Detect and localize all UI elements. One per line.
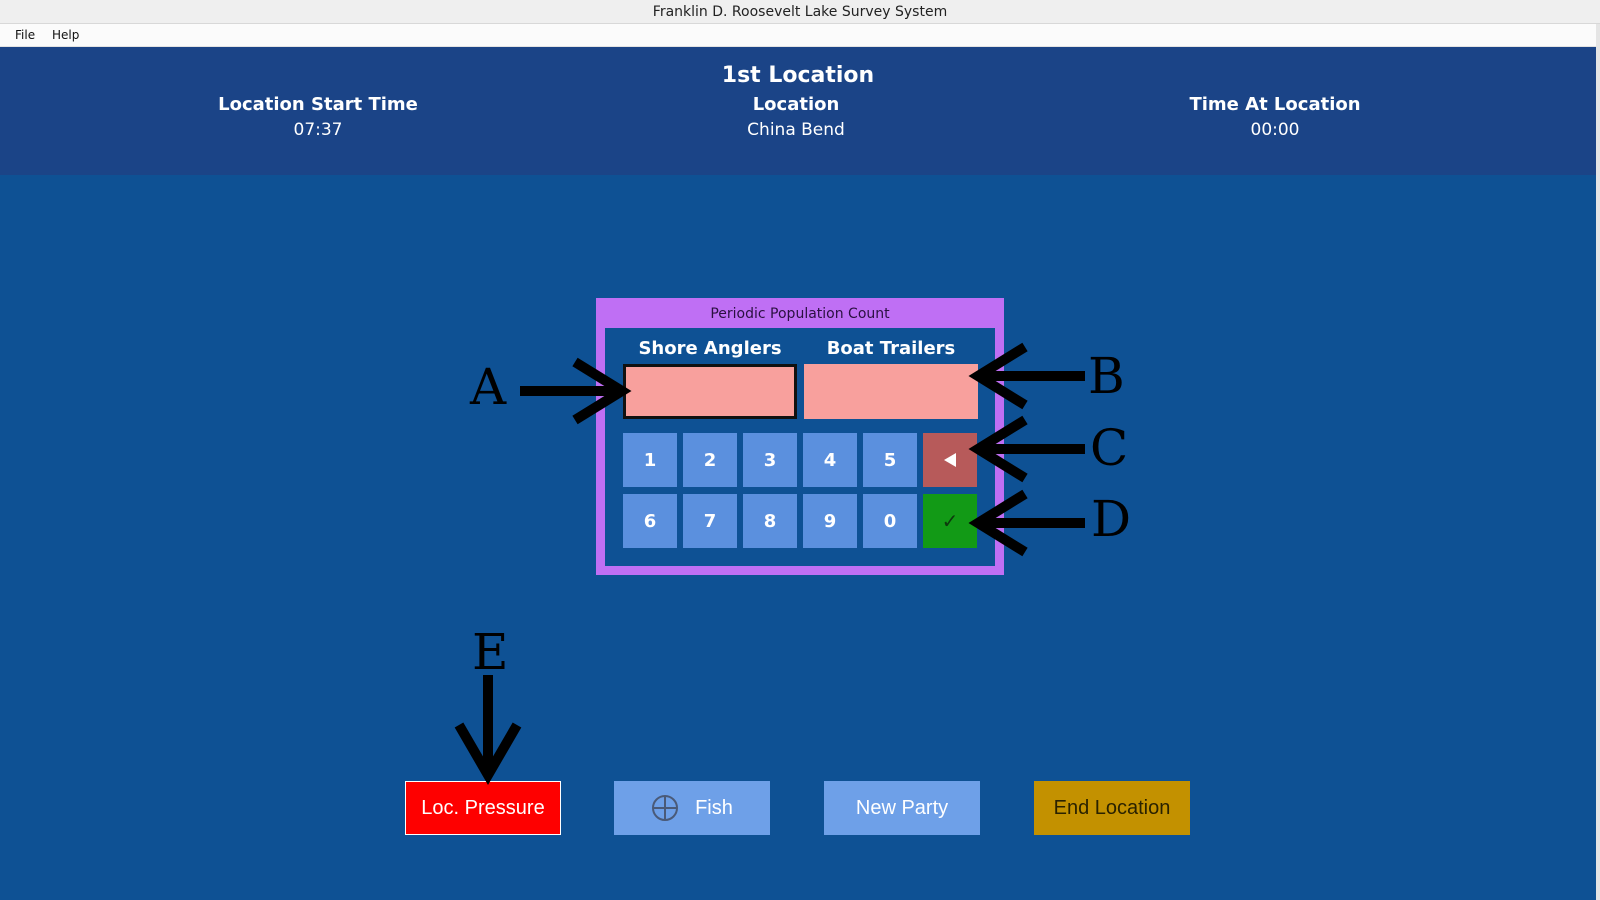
- panel-body: Shore Anglers Boat Trailers 1 2 3 4 5 6 …: [605, 328, 995, 566]
- start-time-value: 07:37: [293, 120, 343, 140]
- population-count-panel: Periodic Population Count Shore Anglers …: [596, 298, 1004, 575]
- time-at-location-value: 00:00: [1250, 120, 1300, 140]
- location-header: 1st Location Location Start Time 07:37 L…: [0, 47, 1596, 175]
- location-value: China Bend: [747, 120, 845, 140]
- backspace-button[interactable]: [923, 433, 977, 487]
- key-3[interactable]: 3: [743, 433, 797, 487]
- menu-file[interactable]: File: [15, 28, 35, 42]
- key-4[interactable]: 4: [803, 433, 857, 487]
- shore-anglers-input[interactable]: [623, 364, 797, 419]
- boat-trailers-input[interactable]: [804, 364, 978, 419]
- loc-pressure-label: Loc. Pressure: [421, 796, 545, 819]
- key-5[interactable]: 5: [863, 433, 917, 487]
- menu-bar: File Help: [0, 24, 1596, 47]
- location-block: Location China Bend: [596, 94, 996, 140]
- window-title: Franklin D. Roosevelt Lake Survey System: [652, 4, 948, 20]
- annotation-letter-d: D: [1091, 490, 1132, 548]
- key-7[interactable]: 7: [683, 494, 737, 548]
- new-party-label: New Party: [855, 796, 949, 819]
- crosshair-circle-icon: [652, 795, 679, 821]
- window-right-edge: [1596, 24, 1600, 900]
- annotation-letter-a: A: [470, 358, 507, 416]
- key-9[interactable]: 9: [803, 494, 857, 548]
- boat-trailers-label: Boat Trailers: [826, 338, 956, 359]
- menu-help[interactable]: Help: [52, 28, 79, 42]
- enter-checkmark-button[interactable]: ✓: [923, 494, 977, 548]
- new-party-button[interactable]: New Party: [824, 781, 980, 835]
- location-label: Location: [752, 94, 840, 115]
- shore-anglers-label: Shore Anglers: [638, 338, 782, 359]
- annotation-letter-e: E: [472, 623, 509, 681]
- key-2[interactable]: 2: [683, 433, 737, 487]
- location-number: 1st Location: [721, 63, 875, 88]
- end-location-label: End Location: [1053, 796, 1171, 819]
- annotation-letter-c: C: [1090, 419, 1129, 477]
- backspace-triangle-icon: [944, 453, 956, 467]
- fish-button[interactable]: Fish: [614, 781, 770, 835]
- start-time-label: Location Start Time: [218, 94, 418, 115]
- key-0[interactable]: 0: [863, 494, 917, 548]
- arrow-e-head: [454, 722, 522, 785]
- time-at-location-block: Time At Location 00:00: [1075, 94, 1475, 140]
- panel-title: Periodic Population Count: [710, 306, 890, 322]
- end-location-button[interactable]: End Location: [1034, 781, 1190, 835]
- time-at-location-label: Time At Location: [1189, 94, 1361, 115]
- window-title-bar: Franklin D. Roosevelt Lake Survey System: [0, 0, 1600, 24]
- fish-label: Fish: [695, 796, 733, 819]
- key-8[interactable]: 8: [743, 494, 797, 548]
- start-time-block: Location Start Time 07:37: [118, 94, 518, 140]
- key-1[interactable]: 1: [623, 433, 677, 487]
- annotation-letter-b: B: [1088, 347, 1125, 405]
- key-6[interactable]: 6: [623, 494, 677, 548]
- loc-pressure-button[interactable]: Loc. Pressure: [405, 781, 561, 835]
